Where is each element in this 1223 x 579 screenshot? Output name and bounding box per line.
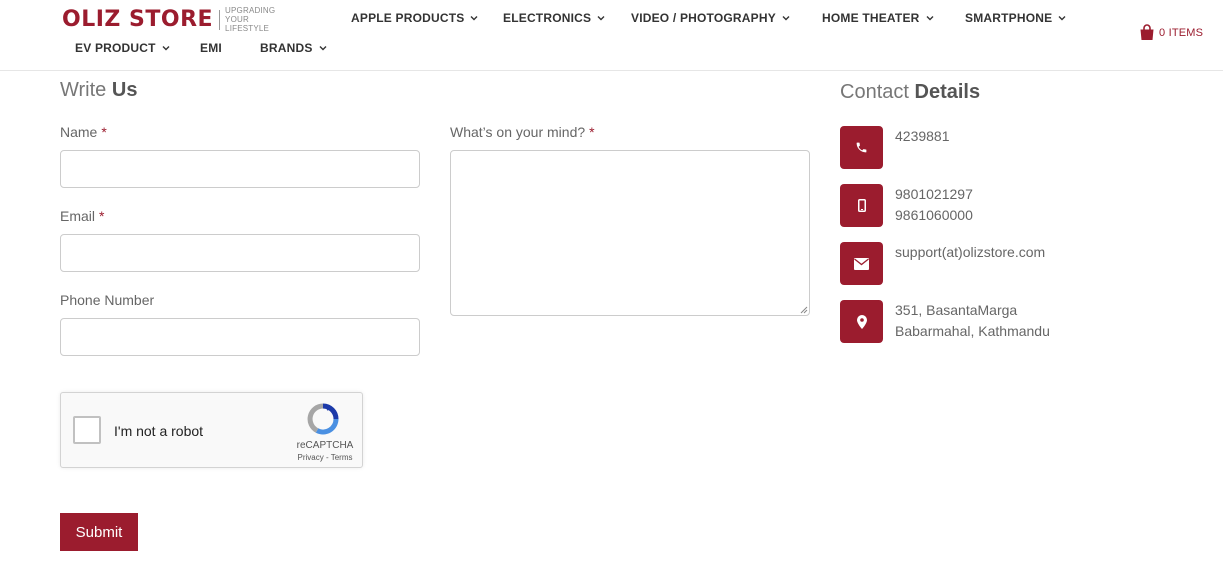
chevron-down-icon bbox=[162, 46, 170, 51]
chevron-down-icon bbox=[926, 16, 934, 21]
mobile-icon bbox=[857, 199, 866, 212]
nav-item-electronics[interactable]: ELECTRONICS bbox=[503, 11, 605, 25]
nav-item-emi[interactable]: EMI bbox=[200, 41, 222, 55]
recaptcha-logo-icon bbox=[307, 403, 339, 435]
recaptcha-widget: I'm not a robot reCAPTCHA Privacy - Term… bbox=[60, 392, 363, 468]
chevron-down-icon bbox=[1058, 16, 1066, 21]
logo-tagline: UPGRADING YOUR LIFESTYLE bbox=[225, 6, 276, 33]
contact-address-line-2: Babarmahal, Kathmandu bbox=[895, 323, 1050, 339]
email-label: Email * bbox=[60, 208, 105, 224]
chevron-down-icon bbox=[597, 16, 605, 21]
contact-mobile: 9801021297 9861060000 bbox=[895, 184, 973, 226]
message-field[interactable] bbox=[450, 150, 810, 316]
write-us-title: Write Us bbox=[60, 79, 138, 101]
chevron-down-icon bbox=[782, 16, 790, 21]
required-marker: * bbox=[589, 124, 595, 140]
cart-count: 0 ITEMS bbox=[1159, 26, 1204, 39]
phone-icon-tile bbox=[840, 126, 883, 169]
contact-address: 351, BasantaMarga Babarmahal, Kathmandu bbox=[895, 300, 1050, 342]
nav-item-apple-products[interactable]: APPLE PRODUCTS bbox=[351, 11, 478, 25]
nav-item-brands[interactable]: BRANDS bbox=[260, 41, 327, 55]
map-pin-icon bbox=[856, 314, 867, 329]
name-field[interactable] bbox=[60, 150, 420, 188]
nav-item-video-photography[interactable]: VIDEO / PHOTOGRAPHY bbox=[631, 11, 790, 25]
site-header: OLIZ STORE UPGRADING YOUR LIFESTYLE APPL… bbox=[0, 0, 1223, 71]
envelope-icon bbox=[854, 257, 869, 270]
message-label: What’s on your mind? * bbox=[450, 124, 595, 140]
contact-email[interactable]: support(at)olizstore.com bbox=[895, 242, 1045, 263]
email-icon-tile bbox=[840, 242, 883, 285]
chevron-down-icon bbox=[319, 46, 327, 51]
recaptcha-label: I'm not a robot bbox=[114, 423, 204, 439]
resize-handle-icon[interactable] bbox=[799, 305, 808, 314]
logo-wordmark: OLIZ STORE bbox=[62, 6, 214, 32]
contact-mobile-2: 9861060000 bbox=[895, 207, 973, 223]
name-label: Name * bbox=[60, 124, 107, 140]
nav-item-ev-product[interactable]: EV PRODUCT bbox=[75, 41, 170, 55]
email-field[interactable] bbox=[60, 234, 420, 272]
phone-icon bbox=[856, 142, 867, 153]
contact-phone: 4239881 bbox=[895, 128, 950, 144]
cart-link[interactable]: 0 ITEMS bbox=[1139, 24, 1203, 41]
phone-field[interactable] bbox=[60, 318, 420, 356]
phone-label: Phone Number bbox=[60, 292, 155, 308]
nav-item-home-theater[interactable]: HOME THEATER bbox=[822, 11, 934, 25]
contact-details-title: Contact Details bbox=[840, 81, 981, 103]
nav-item-smartphone[interactable]: SMARTPHONE bbox=[965, 11, 1066, 25]
contact-address-line-1: 351, BasantaMarga bbox=[895, 302, 1018, 318]
shopping-bag-icon bbox=[1140, 24, 1154, 40]
recaptcha-brand: reCAPTCHA bbox=[296, 440, 354, 451]
recaptcha-privacy-terms[interactable]: Privacy - Terms bbox=[290, 453, 360, 462]
location-icon-tile bbox=[840, 300, 883, 343]
chevron-down-icon bbox=[470, 16, 478, 21]
store-logo[interactable]: OLIZ STORE UPGRADING YOUR LIFESTYLE bbox=[62, 6, 293, 33]
submit-button[interactable]: Submit bbox=[60, 513, 138, 551]
required-marker: * bbox=[101, 124, 107, 140]
required-marker: * bbox=[99, 208, 105, 224]
contact-mobile-1: 9801021297 bbox=[895, 186, 973, 202]
recaptcha-checkbox[interactable] bbox=[73, 416, 101, 444]
mobile-icon-tile bbox=[840, 184, 883, 227]
logo-divider bbox=[219, 9, 221, 30]
